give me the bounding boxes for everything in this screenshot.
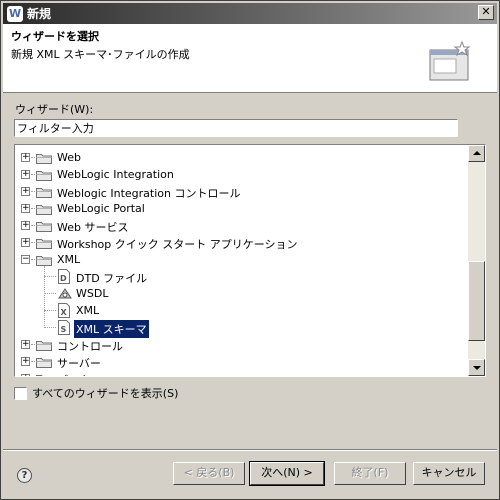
button-bar-separator bbox=[3, 449, 497, 451]
tree-item-label: Web bbox=[57, 151, 81, 164]
folder-icon bbox=[36, 374, 52, 376]
tree-item-label: WSDL bbox=[76, 287, 109, 300]
title-bar[interactable]: 新規 ✕ bbox=[3, 3, 497, 24]
tree-item[interactable]: + WebLogic Integration bbox=[15, 166, 468, 183]
new-wizard-banner-icon bbox=[429, 40, 471, 81]
tree-item[interactable]: D DTD ファイル bbox=[15, 268, 468, 285]
help-icon[interactable]: ? bbox=[17, 468, 32, 483]
tree-connector bbox=[44, 310, 56, 311]
show-all-wizards-option[interactable]: すべてのウィザードを表示(S) bbox=[14, 385, 178, 401]
wizard-tree: + Web + WebLogic Integration + Weblogic Integ… bbox=[14, 144, 486, 377]
expand-icon[interactable]: + bbox=[21, 221, 30, 230]
tree-item[interactable]: + Web bbox=[15, 149, 468, 166]
tree-item[interactable]: + データ bbox=[15, 370, 468, 376]
expand-icon[interactable]: + bbox=[21, 238, 30, 247]
back-button[interactable]: < 戻る(B) bbox=[173, 462, 245, 485]
tree-connector bbox=[31, 225, 35, 226]
expand-icon[interactable]: + bbox=[21, 153, 30, 162]
next-button[interactable]: 次へ(N) > bbox=[249, 461, 325, 486]
expand-icon[interactable]: + bbox=[21, 340, 30, 349]
tree-item-label: WebLogic Portal bbox=[57, 202, 145, 215]
tree-connector bbox=[31, 157, 35, 158]
expand-icon[interactable]: + bbox=[21, 204, 30, 213]
folder-icon bbox=[36, 357, 52, 368]
tree-item[interactable]: X XML bbox=[15, 302, 468, 319]
tree-connector bbox=[31, 259, 35, 260]
wizard-filter-input[interactable] bbox=[14, 119, 458, 137]
tree-item[interactable]: + Web サービス bbox=[15, 217, 468, 234]
dtd-file-icon: D bbox=[57, 269, 71, 284]
show-all-wizards-checkbox[interactable] bbox=[14, 386, 27, 400]
folder-icon bbox=[36, 238, 52, 249]
tree-item-label: XML bbox=[76, 304, 100, 317]
tree-connector bbox=[44, 293, 56, 294]
workshop-app-icon bbox=[7, 5, 23, 22]
tree-item[interactable]: + サーバー bbox=[15, 353, 468, 370]
xml-file-icon: X bbox=[57, 303, 71, 318]
tree-item[interactable]: S XML スキーマ bbox=[15, 319, 468, 338]
tree-item-label: XML bbox=[57, 253, 81, 266]
svg-text:X: X bbox=[61, 308, 68, 317]
tree-item-label: データ bbox=[55, 371, 92, 376]
scroll-down-button[interactable] bbox=[468, 359, 485, 376]
close-button[interactable]: ✕ bbox=[478, 5, 494, 20]
folder-icon bbox=[36, 187, 52, 198]
show-all-wizards-label: すべてのウィザードを表示(S) bbox=[32, 387, 179, 400]
cancel-button[interactable]: キャンセル bbox=[413, 462, 485, 485]
tree-item[interactable]: WSDL bbox=[15, 285, 468, 302]
tree-connector bbox=[31, 208, 35, 209]
folder-icon bbox=[36, 153, 52, 164]
header-title: ウィザードを選択 bbox=[11, 30, 99, 43]
scroll-thumb[interactable] bbox=[468, 261, 485, 341]
expand-icon[interactable]: + bbox=[21, 357, 30, 366]
tree-vertical-scrollbar[interactable] bbox=[468, 145, 485, 376]
expand-icon[interactable]: + bbox=[21, 374, 30, 376]
folder-icon bbox=[36, 221, 52, 232]
scroll-up-button[interactable] bbox=[468, 145, 485, 162]
folder-icon bbox=[36, 340, 52, 351]
tree-connector bbox=[44, 327, 56, 328]
tree-item[interactable]: + Weblogic Integration コントロール bbox=[15, 183, 468, 200]
folder-icon bbox=[36, 204, 52, 215]
expand-icon[interactable]: + bbox=[21, 170, 30, 179]
tree-connector bbox=[31, 361, 35, 362]
folder-icon bbox=[36, 170, 52, 181]
xml-schema-icon: S bbox=[57, 320, 71, 335]
new-wizard-dialog: 新規 ✕ ウィザードを選択 新規 XML スキーマ･ファイルの作成 ウィザード(… bbox=[0, 0, 500, 500]
wizard-tree-list: + Web + WebLogic Integration + Weblogic Integ… bbox=[15, 145, 468, 376]
tree-item[interactable]: + WebLogic Portal bbox=[15, 200, 468, 217]
wizard-header: ウィザードを選択 新規 XML スキーマ･ファイルの作成 bbox=[3, 24, 497, 93]
window-title: 新規 bbox=[27, 7, 52, 21]
tree-item[interactable]: + Workshop クイック スタート アプリケーション bbox=[15, 234, 468, 251]
expand-icon[interactable]: + bbox=[21, 187, 30, 196]
tree-connector bbox=[31, 174, 35, 175]
wsdl-icon bbox=[57, 286, 72, 301]
finish-button[interactable]: 終了(F) bbox=[334, 462, 406, 485]
tree-connector bbox=[44, 266, 45, 328]
svg-text:D: D bbox=[60, 274, 67, 283]
tree-item[interactable]: − XML bbox=[15, 251, 468, 268]
tree-connector bbox=[31, 344, 35, 345]
collapse-icon[interactable]: − bbox=[21, 255, 30, 264]
header-description: 新規 XML スキーマ･ファイルの作成 bbox=[11, 48, 190, 61]
tree-connector bbox=[31, 191, 35, 192]
folder-icon bbox=[36, 255, 52, 266]
svg-text:S: S bbox=[61, 325, 67, 334]
tree-item-label: WebLogic Integration bbox=[57, 168, 174, 181]
tree-connector bbox=[44, 276, 56, 277]
tree-item[interactable]: + コントロール bbox=[15, 336, 468, 353]
tree-connector bbox=[31, 242, 35, 243]
wizard-label: ウィザード(W): bbox=[15, 103, 94, 116]
